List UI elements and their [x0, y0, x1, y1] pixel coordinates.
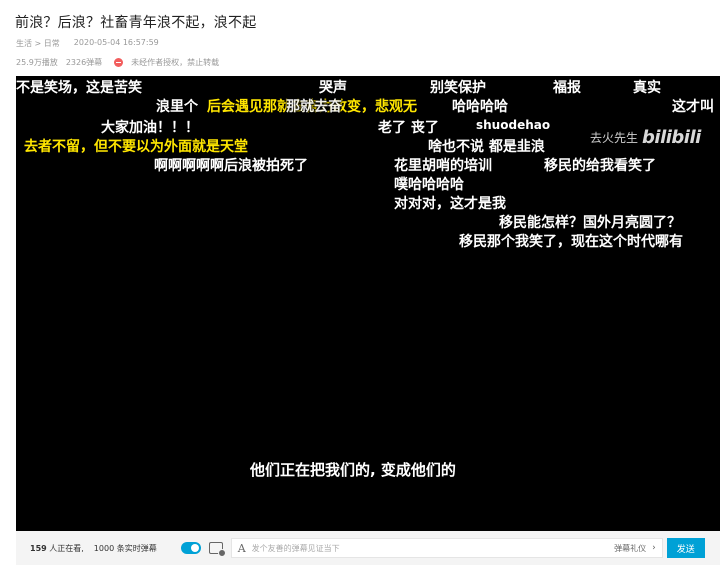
- channel-watermark: 去火先生 bilibili: [590, 127, 701, 148]
- video-subtitle: 他们正在把我们的, 变成他们的: [250, 461, 456, 479]
- viewer-count-label: 人正在看,: [46, 543, 84, 553]
- danmaku-toggle[interactable]: [180, 542, 201, 554]
- viewer-count-number: 159: [30, 543, 47, 553]
- danmaku-item: 噗哈哈哈哈: [394, 177, 464, 193]
- copyright-notice: 未经作者授权，禁止转载: [131, 58, 220, 67]
- danmaku-item: 移民的给我看笑了: [544, 158, 656, 174]
- danmaku-item: 移民能怎样？国外月亮圆了？: [499, 215, 681, 231]
- chevron-right-icon[interactable]: ›: [652, 543, 656, 553]
- video-stats-row: 25.9万播放 2326弹幕 未经作者授权，禁止转载: [16, 57, 219, 68]
- danmaku-item: 啊啊啊啊啊后浪被拍死了: [154, 158, 308, 174]
- video-title: 前浪？后浪？社畜青年浪不起，浪不起: [15, 15, 257, 31]
- uploader-watermark-text: 去火先生: [590, 131, 639, 145]
- danmaku-count: 2326弹幕: [65, 58, 103, 67]
- danmaku-input[interactable]: [251, 543, 615, 553]
- danmaku-item: 移民那个我笑了，现在这个时代哪有: [459, 234, 683, 250]
- viewer-count: 159 人正在看,: [30, 543, 84, 554]
- danmaku-item: 啥也不说 都是韭浪: [428, 139, 545, 155]
- video-meta-row: 生活 > 日常 2020-05-04 16:57:59: [16, 38, 159, 49]
- danmaku-item: 哈哈哈哈: [452, 99, 508, 115]
- danmaku-item: shuodehao: [476, 118, 551, 132]
- bilibili-logo: bilibili: [642, 127, 701, 148]
- font-style-icon[interactable]: A: [238, 542, 246, 555]
- danmaku-item: 大家加油！！！: [101, 120, 199, 136]
- danmaku-item: 对对对，这才是我: [394, 196, 506, 212]
- danmaku-item: 那就去奋: [286, 99, 342, 115]
- danmaku-item: 这才叫: [672, 99, 714, 115]
- danmaku-settings-icon[interactable]: [208, 542, 226, 557]
- danmaku-etiquette-link[interactable]: 弹幕礼仪: [614, 543, 646, 554]
- danmaku-send-bar: 159 人正在看, 1000 条实时弹幕 A 弹幕礼仪 › 发送: [16, 531, 720, 565]
- danmaku-item: 别笑保护: [430, 80, 486, 96]
- danmaku-item: 福报: [553, 80, 581, 96]
- danmaku-item: 花里胡哨的培训: [394, 158, 492, 174]
- danmaku-item: 哭声: [319, 80, 347, 96]
- video-player[interactable]: 不是笑场，这是苦笑 哭声 别笑保护 福报 真实 浪里个 后会遇见那就去奋力改变，…: [16, 76, 720, 531]
- send-button[interactable]: 发送: [666, 538, 705, 558]
- category-breadcrumb[interactable]: 生活 > 日常: [16, 38, 60, 49]
- danmaku-item: 老了 丧了: [378, 120, 439, 136]
- danmaku-input-box: A 弹幕礼仪 ›: [230, 538, 663, 558]
- danmaku-item: 不是笑场，这是苦笑: [16, 80, 142, 96]
- upload-datetime: 2020-05-04 16:57:59: [73, 38, 159, 47]
- play-count: 25.9万播放: [16, 58, 58, 67]
- danmaku-item: 去者不留，但不要以为外面就是天堂: [24, 139, 248, 155]
- danmaku-item: 真实: [633, 80, 661, 96]
- no-repost-icon: [114, 58, 124, 67]
- live-danmaku-count: 1000 条实时弹幕: [93, 543, 157, 553]
- danmaku-item: 浪里个: [156, 99, 198, 115]
